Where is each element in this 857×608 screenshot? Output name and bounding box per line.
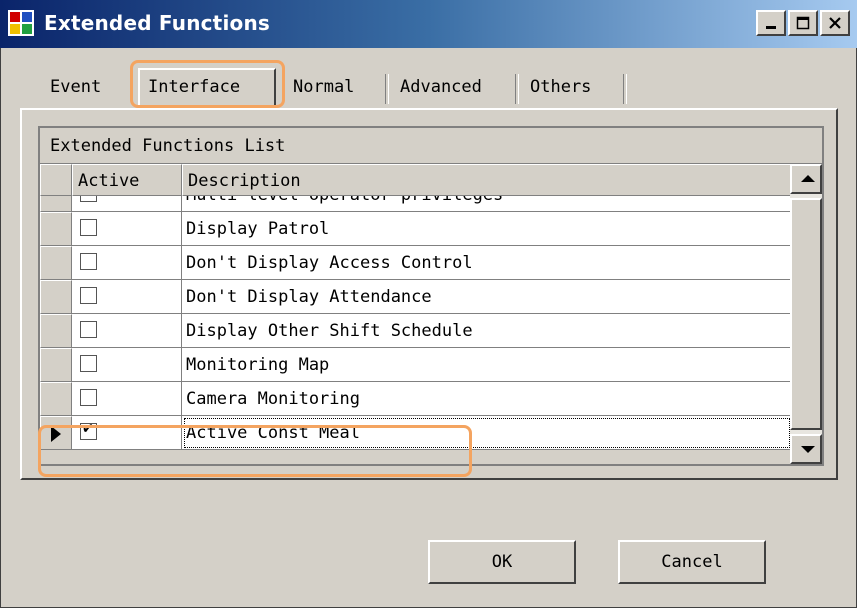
extended-functions-grid[interactable]: Extended Functions List Active Descripti… (38, 126, 824, 466)
active-cell[interactable] (72, 314, 182, 348)
tab-separator (515, 74, 519, 104)
tab-separator (385, 74, 389, 104)
table-row[interactable]: Camera Monitoring (40, 382, 792, 416)
tab-others[interactable]: Others (530, 68, 591, 106)
table-row[interactable]: Display Patrol (40, 212, 792, 246)
active-cell[interactable] (72, 246, 182, 280)
active-checkbox[interactable] (80, 389, 97, 406)
active-checkbox[interactable] (80, 253, 97, 270)
grid-rows: Multi-level operator privileges Display … (40, 196, 792, 464)
maximize-button[interactable] (788, 10, 818, 36)
table-row[interactable]: Monitoring Map (40, 348, 792, 382)
description-cell[interactable]: Display Patrol (182, 212, 792, 246)
active-checkbox[interactable] (80, 287, 97, 304)
grid-header: Active Description (40, 164, 792, 196)
scroll-up-button[interactable] (790, 164, 822, 194)
table-row[interactable]: Don't Display Attendance (40, 280, 792, 314)
scroll-thumb[interactable] (790, 198, 822, 430)
row-header[interactable] (40, 196, 72, 212)
active-cell[interactable] (72, 280, 182, 314)
grid-caption: Extended Functions List (40, 128, 822, 164)
row-header[interactable] (40, 314, 72, 348)
description-cell[interactable]: Camera Monitoring (182, 382, 792, 416)
row-highlight-annotation (38, 425, 472, 477)
arrow-up-icon (801, 175, 815, 182)
row-header[interactable] (40, 246, 72, 280)
active-checkbox[interactable] (80, 219, 97, 236)
active-checkbox[interactable] (80, 321, 97, 338)
maximize-icon (796, 16, 810, 30)
table-row[interactable]: Display Other Shift Schedule (40, 314, 792, 348)
column-header-active[interactable]: Active (72, 164, 182, 196)
arrow-down-icon (801, 446, 815, 453)
tab-normal[interactable]: Normal (293, 68, 354, 106)
ok-button[interactable]: OK (428, 540, 576, 584)
minimize-button[interactable] (756, 10, 786, 36)
description-cell[interactable]: Don't Display Attendance (182, 280, 792, 314)
description-cell[interactable]: Monitoring Map (182, 348, 792, 382)
row-header[interactable] (40, 348, 72, 382)
vertical-scrollbar[interactable] (790, 164, 822, 464)
window-title: Extended Functions (44, 11, 270, 35)
tab-separator (623, 74, 627, 104)
row-header[interactable] (40, 280, 72, 314)
close-button[interactable] (820, 10, 850, 36)
row-header-corner (40, 164, 72, 196)
table-row[interactable]: Don't Display Access Control (40, 246, 792, 280)
description-cell[interactable]: Multi-level operator privileges (182, 196, 792, 212)
close-icon (829, 17, 841, 29)
table-row[interactable]: Multi-level operator privileges (40, 196, 792, 212)
active-cell[interactable] (72, 348, 182, 382)
active-cell[interactable] (72, 212, 182, 246)
active-cell[interactable] (72, 382, 182, 416)
active-checkbox[interactable] (80, 196, 97, 202)
description-cell[interactable]: Don't Display Access Control (182, 246, 792, 280)
active-cell[interactable] (72, 196, 182, 212)
tab-advanced[interactable]: Advanced (400, 68, 482, 106)
active-checkbox[interactable] (80, 355, 97, 372)
app-icon (8, 10, 34, 36)
tab-event[interactable]: Event (50, 68, 101, 106)
description-cell[interactable]: Display Other Shift Schedule (182, 314, 792, 348)
minimize-icon (766, 26, 776, 29)
title-bar[interactable]: Extended Functions (0, 0, 857, 48)
cancel-button[interactable]: Cancel (618, 540, 766, 584)
tab-highlight-annotation (130, 60, 285, 108)
scroll-down-button[interactable] (790, 434, 822, 464)
column-header-description[interactable]: Description (182, 164, 792, 196)
row-header[interactable] (40, 382, 72, 416)
row-header[interactable] (40, 212, 72, 246)
